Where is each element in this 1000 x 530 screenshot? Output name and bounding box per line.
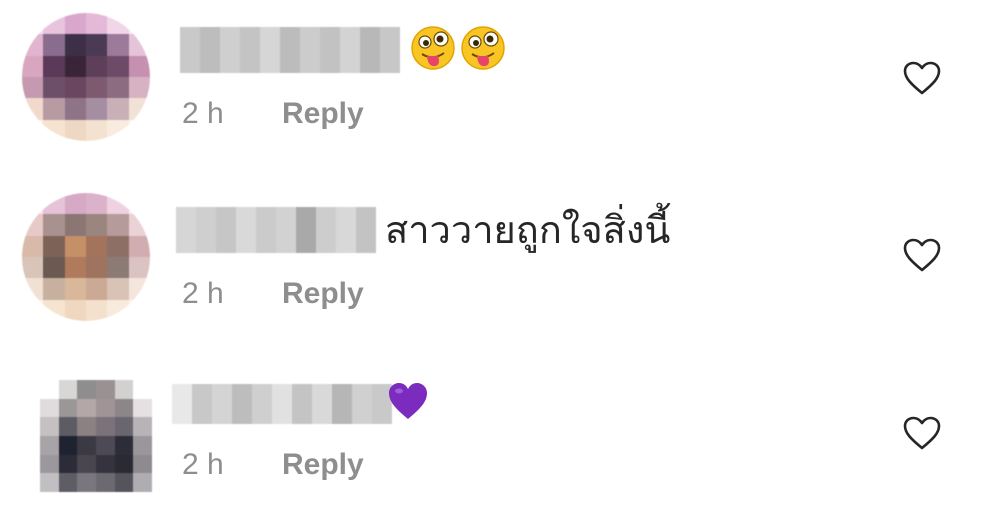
winking-face-with-tongue-icon [410, 25, 456, 81]
comment-timestamp: 2 h [182, 277, 224, 310]
reply-button[interactable]: Reply [282, 277, 364, 311]
heart-outline-icon[interactable] [902, 415, 942, 451]
comment-text: สาววายถูกใจสิ่งนี้ [385, 208, 671, 252]
username-blurred[interactable] [180, 27, 400, 73]
comment-item: 2 h Reply [0, 5, 1000, 175]
comment-timestamp: 2 h [182, 97, 224, 130]
purple-heart-icon [386, 380, 430, 432]
avatar[interactable] [22, 13, 150, 141]
comment-text [386, 380, 434, 432]
username-blurred[interactable] [172, 384, 392, 424]
comment-meta: 2 h Reply [182, 97, 364, 131]
comment-item: 2 h Reply [0, 360, 1000, 530]
reply-button[interactable]: Reply [282, 97, 364, 131]
comment-meta: 2 h Reply [182, 448, 364, 482]
avatar[interactable] [22, 193, 150, 321]
heart-outline-icon[interactable] [902, 60, 942, 96]
reply-button[interactable]: Reply [282, 448, 364, 482]
comment-meta: 2 h Reply [182, 277, 364, 311]
avatar[interactable] [40, 380, 152, 492]
comment-timestamp: 2 h [182, 448, 224, 481]
winking-face-with-tongue-icon [460, 25, 506, 81]
comment-text [410, 25, 510, 81]
heart-outline-icon[interactable] [902, 237, 942, 273]
comment-item: สาววายถูกใจสิ่งนี้ 2 h Reply [0, 185, 1000, 355]
username-blurred[interactable] [176, 207, 376, 253]
